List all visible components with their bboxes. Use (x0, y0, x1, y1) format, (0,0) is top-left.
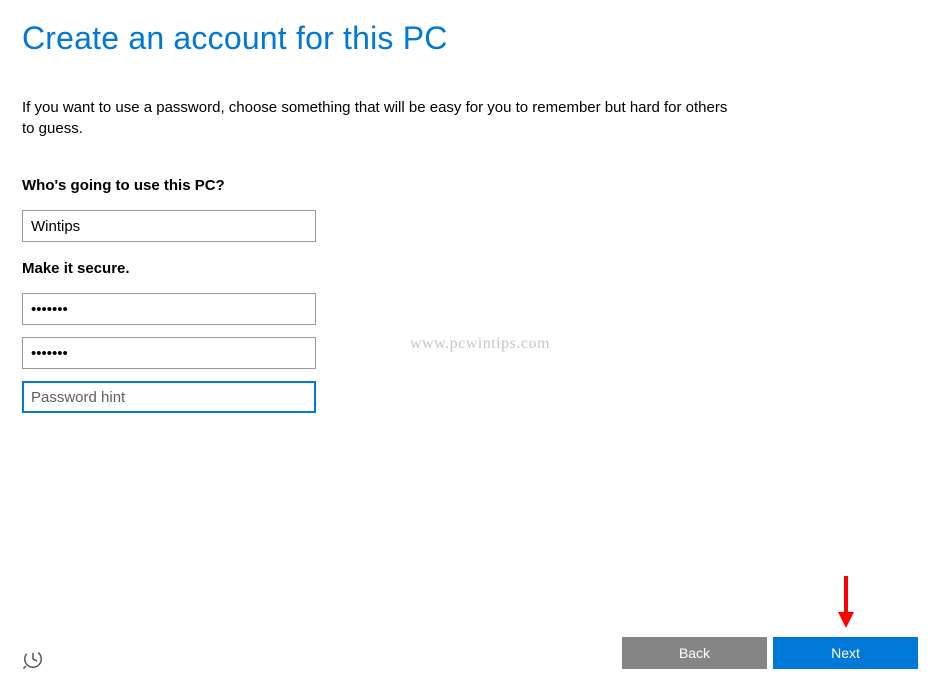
password-hint-input[interactable] (22, 381, 316, 413)
page-title: Create an account for this PC (22, 20, 918, 57)
username-label: Who's going to use this PC? (22, 177, 918, 194)
ease-of-access-icon[interactable] (22, 648, 44, 670)
arrow-annotation-icon (834, 572, 858, 632)
description-text: If you want to use a password, choose so… (22, 97, 742, 139)
secure-label: Make it secure. (22, 260, 918, 277)
next-button[interactable]: Next (773, 637, 918, 669)
back-button[interactable]: Back (622, 637, 767, 669)
confirm-password-input[interactable] (22, 337, 316, 369)
username-input[interactable] (22, 210, 316, 242)
password-input[interactable] (22, 293, 316, 325)
